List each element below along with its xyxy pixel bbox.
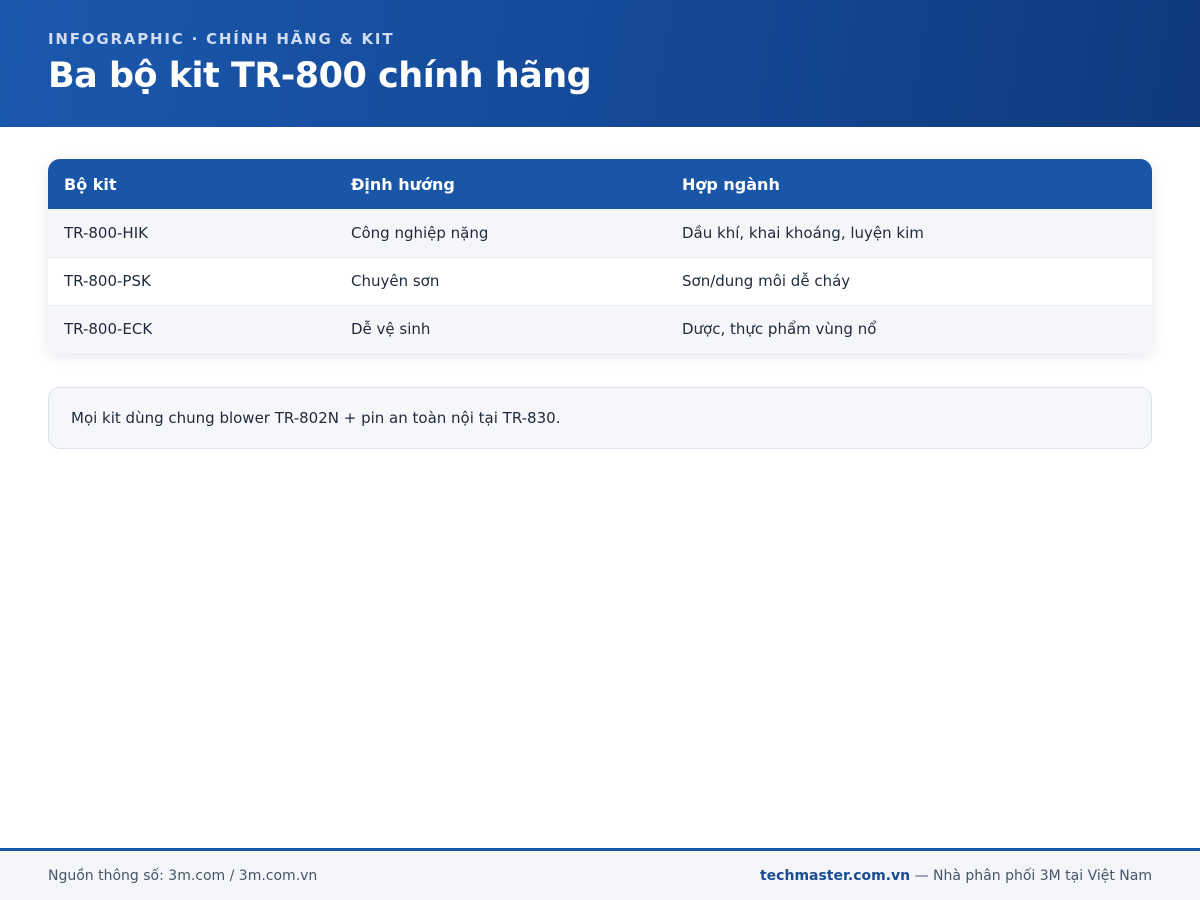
cell-orientation: Chuyên sơn xyxy=(335,256,666,305)
cell-orientation: Dễ vệ sinh xyxy=(335,304,666,353)
column-header-kit: Bộ kit xyxy=(64,174,117,194)
info-note-text: Mọi kit dùng chung blower TR-802N + pin … xyxy=(71,409,561,427)
page-header: INFOGRAPHIC · CHÍNH HÃNG & KIT Ba bộ kit… xyxy=(0,0,1200,127)
kit-table: Bộ kit Định hướng Hợp ngành TR-800-HIK C… xyxy=(48,159,1152,353)
cell-kit: TR-800-ECK xyxy=(48,304,335,353)
cell-kit: TR-800-HIK xyxy=(64,223,148,242)
eyebrow-label: INFOGRAPHIC · CHÍNH HÃNG & KIT xyxy=(48,30,395,48)
page-footer: Nguồn thông số: 3m.com / 3m.com.vn techm… xyxy=(0,848,1200,900)
cell-industry: Dược, thực phẩm vùng nổ xyxy=(666,304,1152,353)
table-row: TR-800-HIK Công nghiệp nặng Dầu khí, kha… xyxy=(48,209,1152,257)
cell-industry: Sơn/dung môi dễ cháy xyxy=(666,256,1152,305)
distributor-credit: techmaster.com.vn — Nhà phân phối 3M tại… xyxy=(760,868,1152,884)
brand-link[interactable]: techmaster.com.vn xyxy=(760,868,910,884)
distributor-tagline: — Nhà phân phối 3M tại Việt Nam xyxy=(910,867,1152,884)
column-header-orientation: Định hướng xyxy=(351,174,455,194)
table-row: TR-800-PSK Chuyên sơn Sơn/dung môi dễ ch… xyxy=(48,256,1152,305)
column-header-industry: Hợp ngành xyxy=(682,174,780,194)
table-header-row: Bộ kit Định hướng Hợp ngành xyxy=(48,159,1152,209)
info-note: Mọi kit dùng chung blower TR-802N + pin … xyxy=(48,387,1152,449)
page-title: Ba bộ kit TR-800 chính hãng xyxy=(48,56,592,96)
source-text: Nguồn thông số: 3m.com / 3m.com.vn xyxy=(48,867,318,884)
cell-orientation: Công nghiệp nặng xyxy=(351,223,489,242)
cell-industry: Dầu khí, khai khoáng, luyện kim xyxy=(682,223,924,242)
table-row: TR-800-ECK Dễ vệ sinh Dược, thực phẩm vù… xyxy=(48,304,1152,353)
cell-kit: TR-800-PSK xyxy=(48,256,335,305)
kit-table-card: Bộ kit Định hướng Hợp ngành TR-800-HIK C… xyxy=(48,159,1152,353)
